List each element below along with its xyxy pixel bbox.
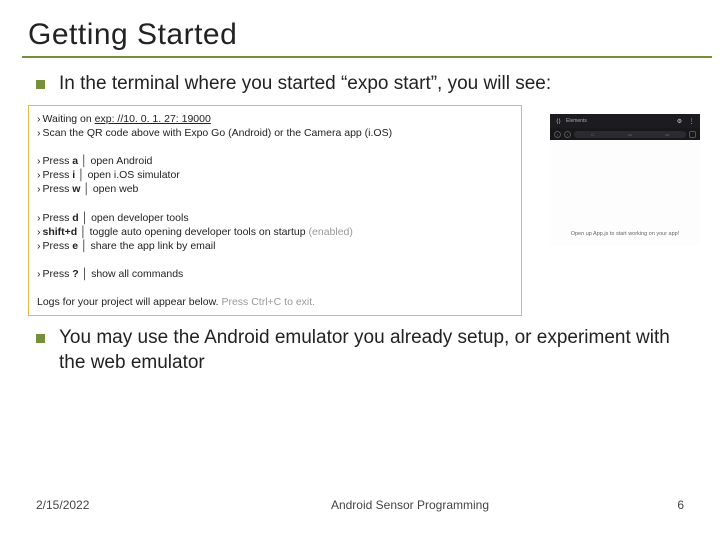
slide-title: Getting Started — [28, 18, 692, 52]
text: │ open Android — [78, 155, 152, 167]
screenshot-toolbar: ‹ › □▭▭ — [550, 128, 700, 140]
text: Press — [43, 169, 73, 181]
terminal-logs-line: Logs for your project will appear below.… — [37, 295, 513, 309]
screenshot-hint: Open up App.js to start working on your … — [571, 231, 680, 237]
text: Press — [43, 183, 73, 195]
code-icon: ⟨⟩ — [554, 117, 563, 126]
terminal-line: ›Press w │ open web — [37, 182, 513, 196]
footer-title: Android Sensor Programming — [176, 498, 644, 512]
terminal-block-1: ›Waiting on exp: //10. 0. 1. 27: 19000 ›… — [37, 112, 513, 140]
terminal-line: ›Press a │ open Android — [37, 154, 513, 168]
bullet-2: You may use the Android emulator you alr… — [36, 326, 692, 375]
text: Scan the QR code above with Expo Go (And… — [43, 127, 393, 139]
terminal-line: ›Press i │ open i.OS simulator — [37, 168, 513, 182]
bullet-2-text: You may use the Android emulator you alr… — [59, 326, 692, 375]
text: Logs for your project will appear below. — [37, 296, 221, 308]
text: Press — [43, 268, 73, 280]
settings-icon: ⚙ — [675, 117, 684, 126]
text: Waiting on — [43, 113, 95, 125]
text: │ show all commands — [79, 268, 184, 280]
text: │ open developer tools — [79, 212, 189, 224]
text: Press — [43, 212, 73, 224]
footer-page-number: 6 — [644, 498, 684, 512]
square-bullet-icon — [36, 334, 45, 343]
terminal-line: ›Press d │ open developer tools — [37, 211, 513, 225]
terminal-block-4: ›Press ? │ show all commands — [37, 267, 513, 281]
screenshot-tabbar: ⟨⟩ Elements ⚙ ⋮ — [550, 114, 700, 128]
title-divider — [22, 56, 712, 58]
refresh-icon — [689, 131, 696, 138]
terminal-output-box: ›Waiting on exp: //10. 0. 1. 27: 19000 ›… — [28, 105, 522, 317]
forward-icon: › — [564, 131, 571, 138]
device-segment: □▭▭ — [574, 131, 686, 138]
more-icon: ⋮ — [687, 117, 696, 126]
slide-footer: 2/15/2022 Android Sensor Programming 6 — [36, 498, 684, 512]
text: │ open web — [80, 183, 138, 195]
terminal-line: ›Scan the QR code above with Expo Go (An… — [37, 126, 513, 140]
terminal-line: ›Press ? │ show all commands — [37, 267, 513, 281]
text: Press — [43, 240, 73, 252]
devtools-screenshot: ⟨⟩ Elements ⚙ ⋮ ‹ › □▭▭ Open up App.js t… — [550, 114, 700, 245]
bullet-1-text: In the terminal where you started “expo … — [59, 72, 551, 97]
text: │ toggle auto opening developer tools on… — [77, 226, 308, 238]
back-icon: ‹ — [554, 131, 561, 138]
terminal-block-2: ›Press a │ open Android ›Press i │ open … — [37, 154, 513, 197]
text: Press — [43, 155, 73, 167]
bullet-1: In the terminal where you started “expo … — [36, 72, 692, 97]
terminal-line: ›shift+d │ toggle auto opening developer… — [37, 225, 513, 239]
key: shift+d — [43, 226, 78, 238]
expo-url: exp: //10. 0. 1. 27: 19000 — [95, 113, 211, 125]
exit-hint: Press Ctrl+C to exit. — [221, 296, 315, 308]
footer-date: 2/15/2022 — [36, 498, 176, 512]
text: │ open i.OS simulator — [75, 169, 180, 181]
tab-label: Elements — [566, 118, 587, 124]
status: (enabled) — [309, 226, 353, 238]
text: │ share the app link by email — [78, 240, 215, 252]
terminal-line: ›Waiting on exp: //10. 0. 1. 27: 19000 — [37, 112, 513, 126]
terminal-line: ›Press e │ share the app link by email — [37, 239, 513, 253]
screenshot-body: Open up App.js to start working on your … — [550, 140, 700, 245]
square-bullet-icon — [36, 80, 45, 89]
terminal-block-3: ›Press d │ open developer tools ›shift+d… — [37, 211, 513, 254]
slide-container: Getting Started In the terminal where yo… — [0, 0, 720, 540]
